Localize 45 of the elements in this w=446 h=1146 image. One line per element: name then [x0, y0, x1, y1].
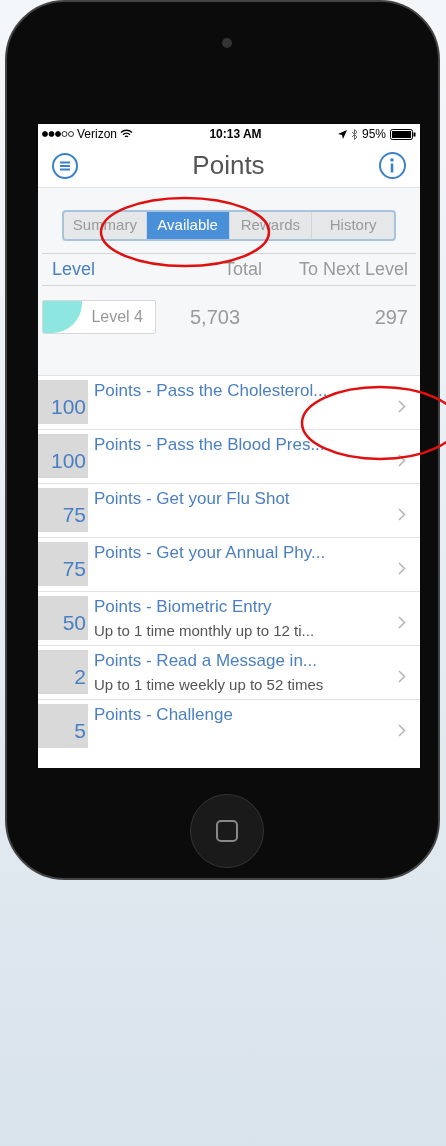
points-value: 75: [38, 542, 88, 586]
info-icon: [389, 158, 396, 173]
points-value: 5: [38, 704, 88, 748]
chevron-icon: [398, 616, 406, 629]
location-arrow-icon: [337, 129, 347, 139]
activity-title: Points - Pass the Cholesterol...: [94, 380, 329, 402]
menu-button[interactable]: [52, 152, 78, 179]
chevron-icon: [398, 724, 406, 737]
segment-tab[interactable]: Available: [145, 212, 229, 239]
segment-tab[interactable]: History: [311, 212, 394, 239]
total-points: 5,703: [190, 304, 241, 330]
chevron-icon: [398, 454, 406, 467]
activity-title: Points - Get your Annual Phy...: [94, 542, 327, 564]
points-value: 100: [38, 380, 88, 424]
battery-icon: [390, 128, 416, 140]
home-square-icon: [216, 820, 238, 842]
activity-title: Points - Biometric Entry: [94, 596, 273, 618]
points-value: 2: [38, 650, 88, 694]
screen-title: Points: [192, 149, 265, 182]
chevron-icon: [398, 508, 406, 521]
activity-title: Points - Read a Message in...: [94, 650, 318, 672]
activity-title: Points - Challenge: [94, 704, 234, 726]
signal-icon: [42, 131, 74, 137]
chevron-icon: [398, 562, 406, 575]
wifi-icon: [120, 129, 134, 139]
column-header: Level: [52, 258, 97, 281]
activity-title: Points - Pass the Blood Pres...: [94, 434, 326, 456]
level-label: Level 4: [91, 306, 143, 327]
column-header: To Next Level: [297, 258, 408, 281]
column-header: Total: [222, 258, 262, 281]
info-button[interactable]: [379, 152, 406, 179]
points-value: 50: [38, 596, 88, 640]
points-to-next-level: 297: [374, 304, 408, 330]
points-value: 100: [38, 434, 88, 478]
activity-title: Points - Get your Flu Shot: [94, 488, 291, 510]
status-time: 10:13 AM: [209, 126, 262, 143]
chevron-icon: [398, 400, 406, 413]
activity-subtitle: Up to 1 time weekly up to 52 times: [94, 674, 325, 695]
bluetooth-icon: [350, 128, 358, 140]
points-value: 75: [38, 488, 88, 532]
carrier-name: Verizon: [77, 126, 118, 143]
chevron-icon: [398, 670, 406, 683]
menu-icon: [59, 160, 71, 171]
activity-subtitle: Up to 1 time monthly up to 12 ti...: [94, 620, 316, 641]
battery-percent: 95%: [361, 126, 386, 143]
